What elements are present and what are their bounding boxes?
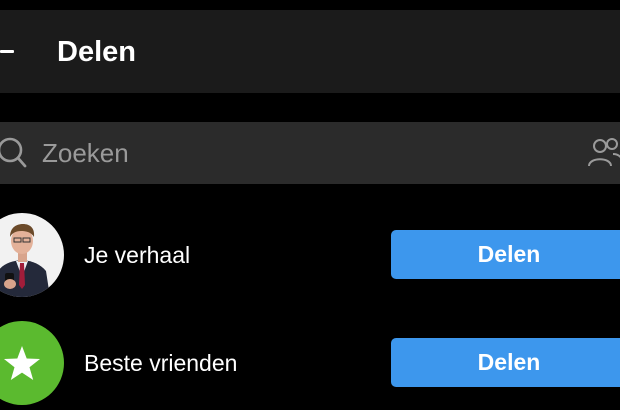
top-bar: Delen: [0, 10, 620, 93]
share-target-label: Beste vrienden: [84, 350, 238, 376]
share-target-label: Je verhaal: [84, 242, 191, 268]
avatar: [0, 213, 64, 297]
share-close-friends-button[interactable]: Delen: [391, 338, 620, 387]
back-button[interactable]: [0, 34, 28, 68]
share-row-story: Je verhaal Delen: [0, 213, 620, 297]
arrow-left-icon: [0, 50, 14, 53]
star-icon: [4, 346, 40, 380]
search-input[interactable]: [42, 133, 562, 173]
page-title: Delen: [57, 36, 136, 68]
share-story-button[interactable]: Delen: [391, 230, 620, 279]
close-friends-avatar: [0, 321, 64, 405]
people-icon[interactable]: [586, 136, 620, 170]
search-icon: [0, 137, 27, 168]
share-row-close-friends: Beste vrienden Delen: [0, 321, 620, 405]
search-bar[interactable]: [0, 122, 620, 184]
profile-photo: [0, 213, 64, 297]
share-screen: Delen Zoeken Je verhaal Delen Beste vrie…: [0, 0, 620, 410]
